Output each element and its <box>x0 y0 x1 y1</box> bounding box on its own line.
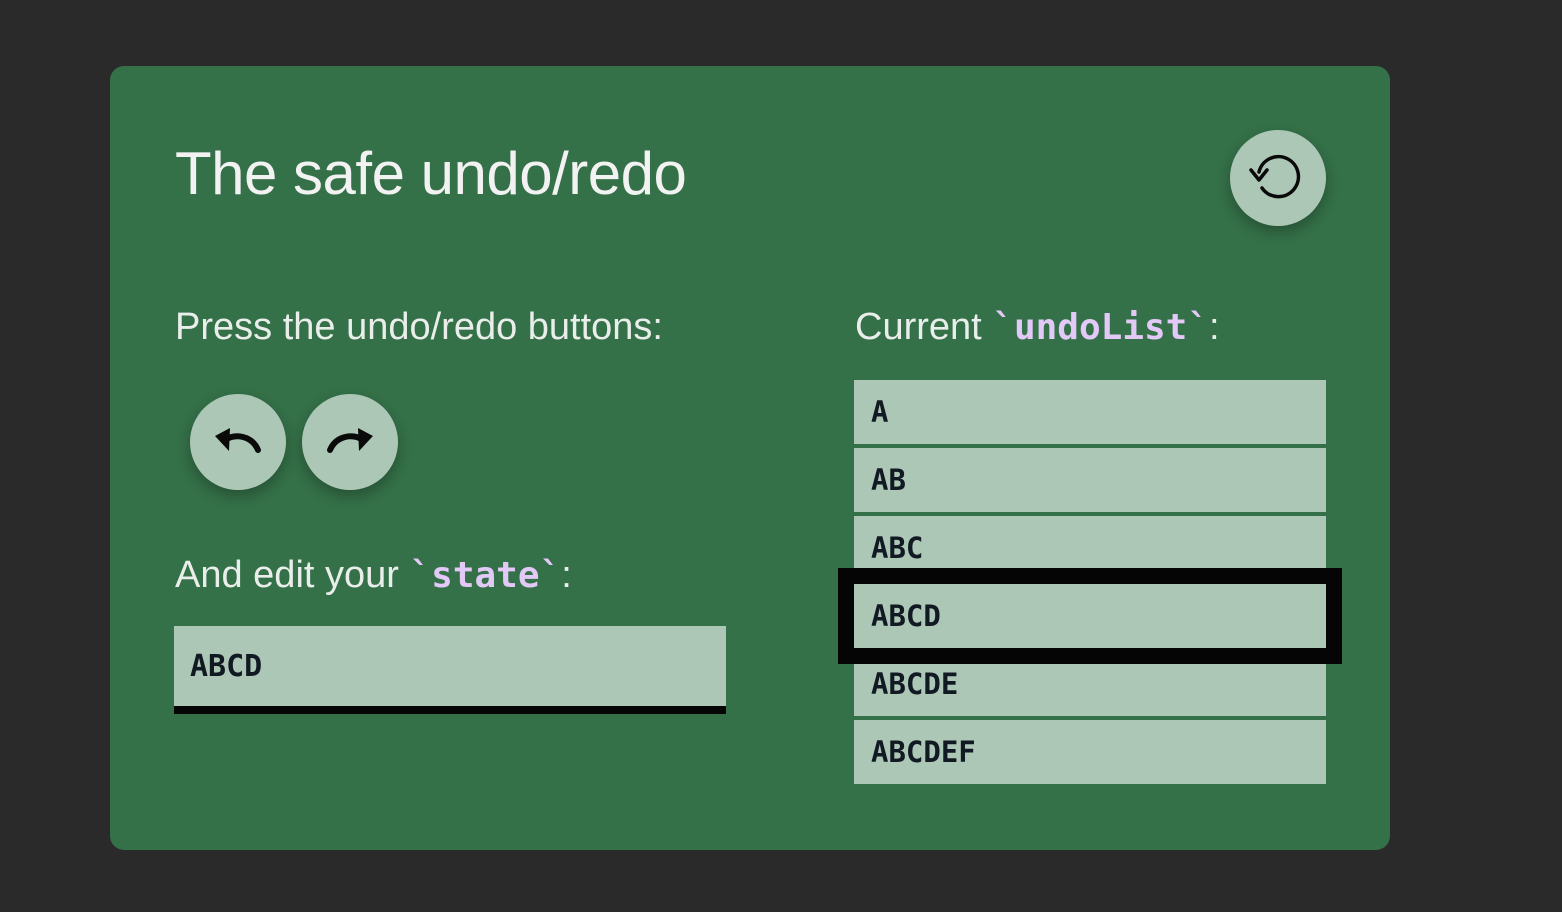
reset-button[interactable] <box>1230 130 1326 226</box>
undo-icon <box>208 412 268 472</box>
undo-redo-instructions: Press the undo/redo buttons: <box>175 306 663 348</box>
card-title: The safe undo/redo <box>175 140 687 207</box>
redo-icon <box>320 412 380 472</box>
undo-list-label-suffix: : <box>1209 306 1220 348</box>
state-label-suffix: : <box>561 554 572 596</box>
undo-list-label: Current `undoList`: <box>855 308 1220 346</box>
state-label-prefix: And edit your <box>175 554 410 596</box>
undo-list-item[interactable]: A <box>854 380 1326 444</box>
undo-list-item[interactable]: ABCDE <box>854 652 1326 716</box>
undo-list-item[interactable]: ABCDEF <box>854 720 1326 784</box>
undo-button[interactable] <box>190 394 286 490</box>
undo-list: A AB ABC ABCD ABCDE ABCDEF <box>838 380 1342 788</box>
state-input[interactable] <box>174 626 726 714</box>
undo-list-label-prefix: Current <box>855 306 993 348</box>
undo-list-item-current[interactable]: ABCD <box>838 568 1342 664</box>
undo-list-code-label: `undoList` <box>992 307 1210 348</box>
state-code-label: `state` <box>409 555 562 596</box>
redo-button[interactable] <box>302 394 398 490</box>
undo-list-item[interactable]: ABC <box>854 516 1326 580</box>
undo-redo-card: The safe undo/redo Press the undo/redo b… <box>110 66 1390 850</box>
reset-icon <box>1246 146 1310 210</box>
undo-list-item[interactable]: AB <box>854 448 1326 512</box>
state-label: And edit your `state`: <box>175 556 572 594</box>
